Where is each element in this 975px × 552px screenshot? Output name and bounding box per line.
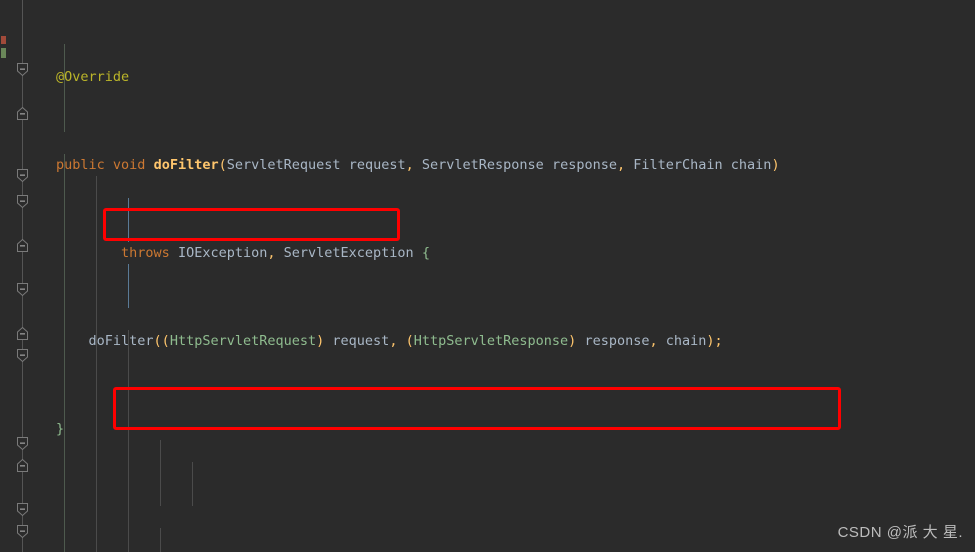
code-line: @Override [52, 66, 975, 88]
vcs-change-marker[interactable] [1, 36, 6, 44]
vcs-change-marker-strip [0, 0, 8, 552]
code-line: public void doFilter(ServletRequest requ… [56, 157, 780, 173]
fold-collapse-down-icon[interactable] [15, 62, 30, 77]
fold-collapse-up-icon[interactable] [15, 238, 30, 253]
token-annotation: @Override [56, 69, 130, 85]
fold-collapse-down-icon[interactable] [15, 348, 30, 363]
code-editor-screenshot: @Override public void doFilter(ServletRe… [0, 0, 975, 552]
fold-collapse-down-icon[interactable] [15, 194, 30, 209]
fold-collapse-up-icon[interactable] [15, 106, 30, 121]
fold-collapse-up-icon[interactable] [15, 326, 30, 341]
code-content[interactable]: @Override public void doFilter(ServletRe… [52, 0, 975, 552]
code-line: throws IOException, ServletException { [121, 245, 430, 261]
fold-collapse-up-icon[interactable] [15, 458, 30, 473]
vcs-change-marker[interactable] [1, 48, 6, 58]
fold-collapse-down-icon[interactable] [15, 168, 30, 183]
csdn-watermark: CSDN @派 大 星. [837, 524, 963, 541]
fold-collapse-down-icon[interactable] [15, 282, 30, 297]
fold-collapse-down-icon[interactable] [15, 524, 30, 539]
fold-collapse-down-icon[interactable] [15, 502, 30, 517]
code-line: doFilter((HttpServletRequest) request, (… [88, 333, 723, 349]
code-line: } [56, 421, 65, 437]
editor-gutter [8, 0, 52, 552]
fold-collapse-down-icon[interactable] [15, 436, 30, 451]
